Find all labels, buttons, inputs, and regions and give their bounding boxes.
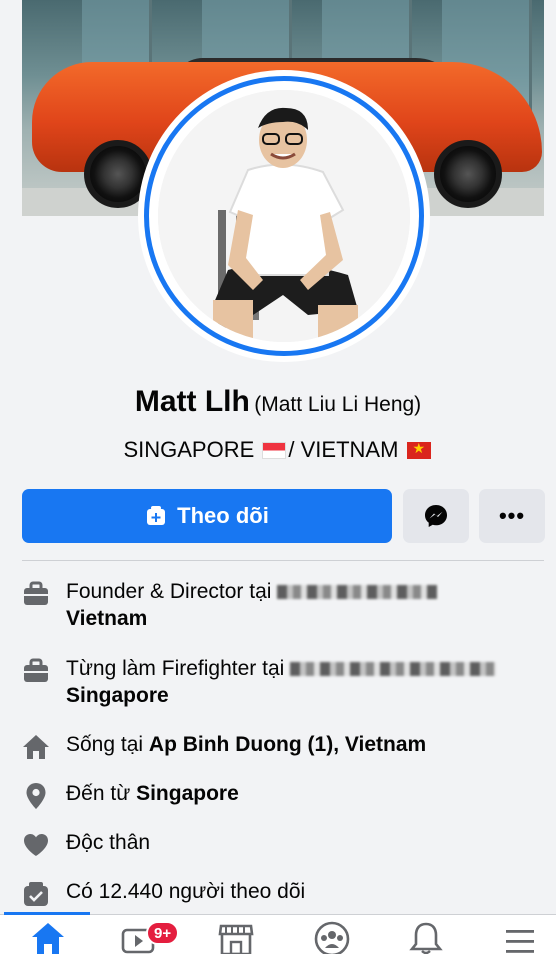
info-row-lives-in[interactable]: Sống tại Ap Binh Duong (1), Vietnam: [22, 731, 544, 761]
more-options-icon: •••: [498, 503, 526, 528]
briefcase-icon: [24, 658, 48, 682]
info-text-lives-in: Sống tại Ap Binh Duong (1), Vietnam: [66, 731, 426, 758]
messenger-button[interactable]: [403, 489, 469, 543]
profile-bio: SINGAPORE / VIETNAM: [0, 437, 556, 463]
nav-groups[interactable]: [312, 920, 352, 960]
info-row-work[interactable]: Founder & Director tại Vietnam: [22, 578, 544, 632]
heart-icon: [24, 834, 48, 856]
info-from-place: Singapore: [136, 782, 239, 805]
follow-icon: [147, 506, 166, 525]
groups-icon: [314, 921, 350, 954]
avatar[interactable]: [144, 76, 424, 356]
info-row-past-work[interactable]: Từng làm Firefighter tại Singapore: [22, 655, 544, 709]
more-options-button[interactable]: •••: [479, 489, 545, 543]
vietnam-flag-icon: [406, 440, 431, 459]
messenger-icon: [425, 505, 447, 527]
profile-alternate-name: (Matt Liu Li Heng): [254, 393, 422, 416]
bottom-navigation-bar: [0, 914, 556, 960]
briefcase-icon: [24, 581, 48, 605]
info-text-followers: Có 12.440 người theo dõi: [66, 878, 305, 905]
info-row-relationship[interactable]: Độc thân: [22, 829, 544, 859]
location-pin-icon: [26, 783, 46, 809]
bio-location-a: SINGAPORE: [123, 437, 255, 462]
redacted-company-name: [277, 585, 438, 600]
info-lives-in-place: Ap Binh Duong (1), Vietnam: [148, 733, 427, 756]
marketplace-icon: [218, 924, 254, 954]
info-text-work: Founder & Director tại Vietnam: [66, 578, 438, 632]
info-followers-count: Có 12.440 người theo dõi: [66, 880, 306, 903]
info-lives-in-prefix: Sống tại: [66, 733, 149, 756]
info-past-work-location: Singapore: [66, 684, 169, 707]
follow-label: Theo dõi: [177, 503, 269, 528]
bell-icon: [409, 922, 443, 954]
nav-home[interactable]: [28, 920, 68, 960]
info-work-prefix: Founder & Director tại: [66, 580, 272, 603]
nav-menu[interactable]: [500, 920, 540, 960]
info-work-location: Vietnam: [66, 607, 148, 630]
info-text-from: Đến từ Singapore: [66, 780, 239, 807]
info-from-prefix: Đến từ: [66, 782, 137, 805]
home-tab-icon: [32, 923, 64, 954]
follow-button[interactable]: Theo dõi: [22, 489, 392, 543]
person-illustration: [158, 90, 410, 342]
info-text-past-work: Từng làm Firefighter tại Singapore: [66, 655, 497, 709]
info-relationship-status: Độc thân: [66, 831, 151, 854]
profile-name: Matt Llh: [134, 385, 250, 418]
section-divider: [22, 560, 544, 561]
home-icon: [23, 735, 49, 759]
profile-page: Matt Llh (Matt Liu Li Heng) SINGAPORE / …: [0, 0, 556, 960]
nav-marketplace[interactable]: [216, 920, 256, 960]
bio-location-b: / VIETNAM: [288, 437, 399, 462]
car-wheel: [434, 140, 502, 208]
redacted-company-name: [290, 662, 497, 677]
info-row-from[interactable]: Đến từ Singapore: [22, 780, 544, 810]
info-text-relationship: Độc thân: [66, 829, 150, 856]
profile-name-row: Matt Llh (Matt Liu Li Heng): [0, 385, 556, 419]
nav-notifications[interactable]: [406, 920, 446, 960]
video-notification-badge: 9+: [146, 921, 180, 945]
active-tab-indicator: [4, 912, 90, 915]
info-row-followers[interactable]: Có 12.440 người theo dõi: [22, 878, 544, 908]
profile-photo: [158, 90, 410, 342]
menu-icon: [506, 930, 534, 953]
singapore-flag-icon: [262, 442, 287, 459]
followers-icon: [24, 882, 48, 906]
info-past-work-prefix: Từng làm Firefighter tại: [66, 657, 285, 680]
